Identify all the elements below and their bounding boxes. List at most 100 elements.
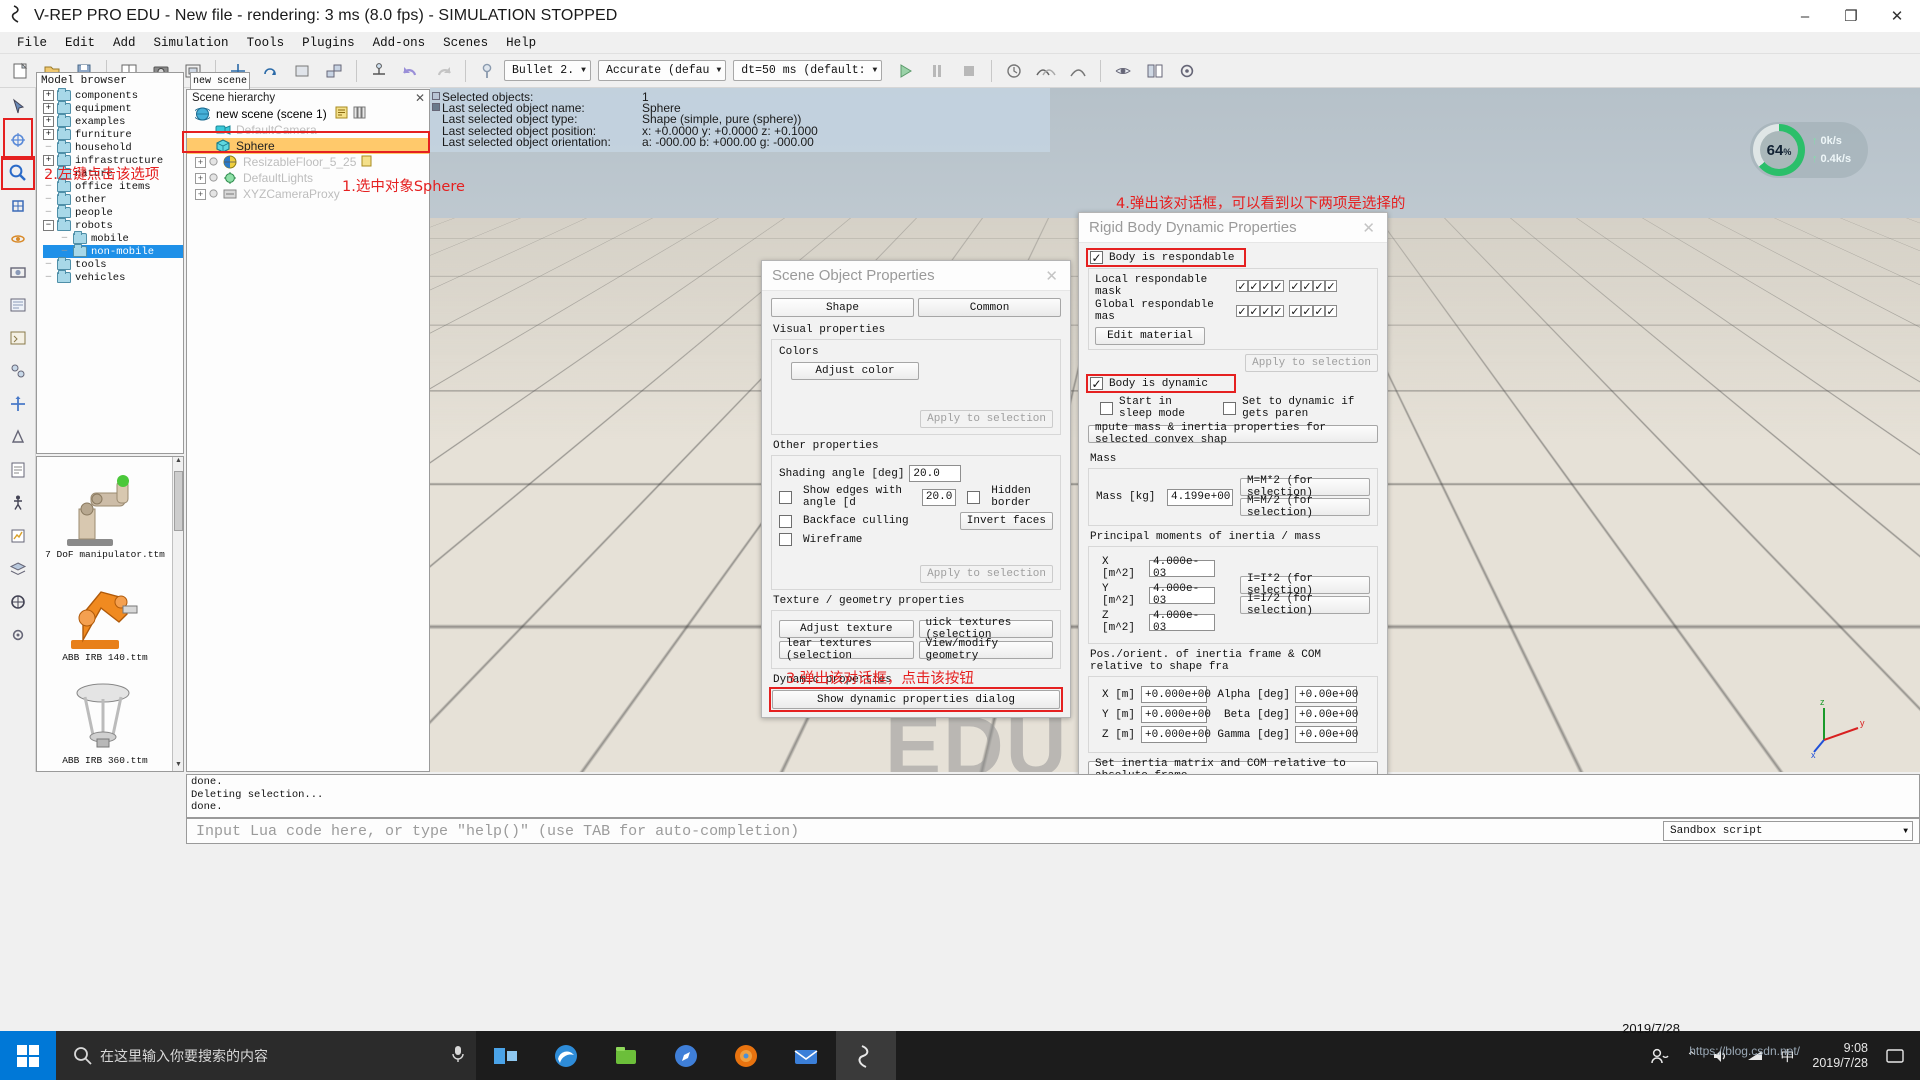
undo-icon[interactable] (396, 57, 426, 85)
camera-fit-icon[interactable] (3, 257, 33, 287)
people-icon[interactable] (1642, 1047, 1678, 1065)
inertia-field-z[interactable]: 4.000e-03 (1149, 614, 1215, 631)
mass-value-field[interactable]: 4.199e+00 (1167, 489, 1233, 506)
model-list-item[interactable]: ABB IRB 360.ttm (37, 663, 173, 766)
accuracy-combo[interactable]: Accurate (defau ▼ (598, 60, 726, 81)
local-mask-checkboxes[interactable]: ✓✓✓✓✓✓✓✓ (1236, 280, 1337, 292)
mask-checkbox-1[interactable]: ✓ (1236, 280, 1248, 292)
mask-checkbox-4[interactable]: ✓ (1272, 305, 1284, 317)
mask-checkbox-1[interactable]: ✓ (1236, 305, 1248, 317)
apply-to-selection-button-visual[interactable]: Apply to selection (920, 410, 1053, 428)
pause-simulation-button[interactable] (922, 57, 952, 85)
close-icon[interactable]: ✕ (1039, 267, 1064, 285)
tab-common[interactable]: Common (918, 298, 1061, 317)
expand-toggle-icon[interactable]: + (195, 173, 206, 184)
mail-icon[interactable] (776, 1031, 836, 1080)
clipping-plane-icon[interactable] (287, 57, 317, 85)
taskbar-search[interactable]: 在这里输入你要搜索的内容 (56, 1031, 476, 1080)
menu-add[interactable]: Add (104, 36, 145, 50)
body-respondable-checkbox[interactable]: ✓ (1090, 251, 1103, 264)
scene-tab[interactable]: new scene (190, 72, 250, 89)
frame-field-y[interactable]: +0.000e+00 (1141, 706, 1207, 723)
scroll-up-arrow-icon[interactable]: ▲ (173, 457, 184, 469)
walk-mode-icon[interactable] (3, 488, 33, 518)
page-layout-icon[interactable] (1140, 57, 1170, 85)
apply-to-selection-button-respondable[interactable]: Apply to selection (1245, 354, 1378, 372)
mass-times-two-button[interactable]: M=M*2 (for selection) (1240, 478, 1370, 496)
frame-field-beta[interactable]: +0.00e+00 (1295, 706, 1357, 723)
object-rotate-icon[interactable] (255, 57, 285, 85)
invert-faces-button[interactable]: Invert faces (960, 512, 1053, 530)
scrollbar-thumb[interactable] (174, 471, 183, 531)
mask-checkbox-7[interactable]: ✓ (1313, 305, 1325, 317)
collections-icon[interactable] (3, 356, 33, 386)
menu-addons[interactable]: Add-ons (364, 36, 435, 50)
firefox-icon[interactable] (716, 1031, 776, 1080)
menu-help[interactable]: Help (497, 36, 545, 50)
tab-shape[interactable]: Shape (771, 298, 914, 317)
expand-toggle-icon[interactable]: + (43, 129, 54, 140)
redo-icon[interactable] (428, 57, 458, 85)
shading-angle-field[interactable]: 20.0 (909, 465, 961, 482)
menu-tools[interactable]: Tools (238, 36, 294, 50)
assembly-icon[interactable] (364, 57, 394, 85)
realtime-mode-icon[interactable] (999, 57, 1029, 85)
mask-checkbox-8[interactable]: ✓ (1325, 305, 1337, 317)
task-view-icon[interactable] (476, 1031, 536, 1080)
mask-checkbox-6[interactable]: ✓ (1301, 280, 1313, 292)
show-edges-checkbox[interactable] (779, 491, 792, 504)
close-icon[interactable]: ✕ (415, 91, 425, 105)
pan-tool-icon[interactable] (3, 191, 33, 221)
mask-checkbox-7[interactable]: ✓ (1313, 280, 1325, 292)
adjust-color-button[interactable]: Adjust color (791, 362, 919, 380)
dynamic-content-icon[interactable] (3, 422, 33, 452)
mask-checkbox-2[interactable]: ✓ (1248, 305, 1260, 317)
set-dynamic-if-parent-checkbox[interactable] (1223, 402, 1236, 415)
expand-toggle-icon[interactable]: + (43, 116, 54, 127)
model-tree-node-mobile[interactable]: ─mobile (43, 232, 183, 245)
lua-input[interactable]: Input Lua code here, or type "help()" (u… (187, 823, 1663, 840)
menu-file[interactable]: File (8, 36, 56, 50)
expand-toggle-icon[interactable]: + (43, 90, 54, 101)
explorer-icon[interactable] (596, 1031, 656, 1080)
close-button[interactable]: ✕ (1874, 0, 1920, 32)
magnify-tool-icon[interactable] (3, 158, 33, 188)
calculation-modules-icon[interactable] (3, 323, 33, 353)
scene-object-properties-icon[interactable] (3, 290, 33, 320)
sandbox-script-combo[interactable]: Sandbox script ▼ (1663, 821, 1913, 841)
start-simulation-button[interactable] (890, 57, 920, 85)
show-dynamic-properties-dialog-button[interactable]: Show dynamic properties dialog (772, 690, 1060, 709)
compute-mass-inertia-button[interactable]: mpute mass & inertia properties for sele… (1088, 425, 1378, 443)
frame-field-alpha[interactable]: +0.00e+00 (1295, 686, 1357, 703)
show-edges-field[interactable]: 20.0 (922, 489, 956, 506)
dynamics-settings-icon[interactable] (473, 57, 503, 85)
script-editor-icon[interactable] (3, 455, 33, 485)
action-center-icon[interactable] (1878, 1048, 1912, 1064)
expand-toggle-icon[interactable]: + (195, 189, 206, 200)
vrep-icon[interactable] (836, 1031, 896, 1080)
model-list-scrollbar[interactable]: ▲ ▼ (172, 457, 183, 772)
slow-motion-icon[interactable] (1031, 57, 1061, 85)
menu-simulation[interactable]: Simulation (145, 36, 238, 50)
inertia-field-y[interactable]: 4.000e-03 (1149, 587, 1215, 604)
start-in-sleep-mode-checkbox[interactable] (1100, 402, 1113, 415)
apply-to-selection-button-other[interactable]: Apply to selection (920, 565, 1053, 583)
model-preview-list[interactable]: 7 DoF manipulator.ttm ABB IRB 140.ttm AB… (36, 456, 184, 772)
visibility-layers-icon[interactable] (1108, 57, 1138, 85)
expand-toggle-icon[interactable]: − (43, 220, 54, 231)
new-file-icon[interactable] (5, 57, 35, 85)
start-sleep-row[interactable]: Start in sleep mode Set to dynamic if ge… (1088, 396, 1378, 420)
minimize-button[interactable]: – (1782, 0, 1828, 32)
graph-icon[interactable] (3, 521, 33, 551)
microphone-icon[interactable] (450, 1044, 466, 1067)
edge-icon[interactable] (536, 1031, 596, 1080)
floor-visibility-icon[interactable] (209, 155, 218, 169)
wireframe-checkbox[interactable] (779, 533, 792, 546)
maximize-button[interactable]: ❐ (1828, 0, 1874, 32)
stop-simulation-button[interactable] (954, 57, 984, 85)
scroll-down-arrow-icon[interactable]: ▼ (173, 761, 184, 772)
scene-pages-icon[interactable] (353, 106, 367, 122)
taskbar-clock[interactable]: 9:08 2019/7/28 (1802, 1041, 1878, 1071)
adjust-texture-button[interactable]: Adjust texture (779, 620, 914, 638)
rigid-body-dynamic-properties-dialog[interactable]: Rigid Body Dynamic Properties ✕ ✓ Body i… (1078, 212, 1388, 811)
